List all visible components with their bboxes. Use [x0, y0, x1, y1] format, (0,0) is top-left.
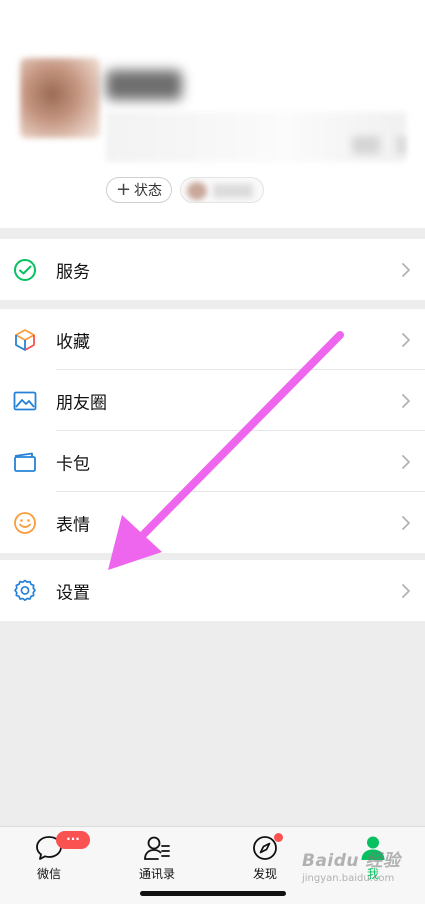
menu-item-label: 服务	[56, 262, 90, 282]
menu-item-card-wallet[interactable]: 卡包	[0, 431, 425, 492]
tab-label: 微信	[36, 867, 61, 881]
emoji-smiley-icon	[14, 511, 36, 534]
contacts-icon	[144, 836, 170, 860]
menu-item-label: 设置	[56, 583, 90, 603]
menu-item-label: 表情	[56, 515, 90, 535]
menu-item-label: 卡包	[56, 454, 90, 474]
plus-icon: +	[115, 179, 132, 200]
new-content-dot	[274, 833, 283, 842]
menu-item-moments[interactable]: 朋友圈	[0, 370, 425, 431]
chevron-right-icon	[402, 262, 410, 277]
menu-item-stickers[interactable]: 表情	[0, 492, 425, 553]
qr-code-icon[interactable]	[352, 136, 380, 154]
profile-header[interactable]: + 状态	[0, 0, 425, 228]
chevron-right-icon	[402, 515, 410, 530]
profile-name-blurred	[106, 70, 182, 100]
menu-item-favorites[interactable]: 收藏	[0, 309, 425, 370]
menu-item-services[interactable]: 服务	[0, 239, 425, 300]
profile-chevron-icon	[396, 136, 406, 154]
tab-contacts[interactable]: 通讯录	[122, 833, 192, 889]
tab-label: 发现	[252, 867, 277, 881]
unread-badge: ···	[56, 831, 90, 849]
add-status-button[interactable]: + 状态	[106, 177, 172, 203]
menu-item-label: 朋友圈	[56, 393, 107, 413]
status-label: 状态	[134, 183, 163, 199]
gear-icon	[14, 579, 36, 601]
tab-discover[interactable]: 发现	[230, 833, 300, 889]
friend-status-pill[interactable]	[180, 177, 264, 203]
home-indicator[interactable]	[140, 891, 286, 896]
menu-group-main: 收藏 朋友圈 卡包 表情	[0, 309, 425, 553]
chevron-right-icon	[402, 454, 410, 469]
menu-item-settings[interactable]: 设置	[0, 560, 425, 621]
friend-status-blurred	[213, 184, 253, 198]
tab-chats[interactable]: 微信 ···	[14, 831, 90, 889]
menu-group-settings: 设置	[0, 560, 425, 621]
watermark-sub: jingyan.baidu.com	[302, 873, 395, 884]
baidu-watermark: Baidu 经验 jingyan.baidu.com	[302, 846, 412, 896]
profile-avatar[interactable]	[20, 58, 100, 138]
favorites-cube-icon	[15, 328, 35, 351]
menu-item-label: 收藏	[56, 332, 90, 352]
wechat-pay-icon	[14, 258, 36, 281]
moments-image-icon	[13, 391, 37, 410]
tab-label: 通讯录	[138, 867, 175, 881]
watermark-main: Baidu 经验	[302, 851, 401, 871]
menu-group-services: 服务	[0, 239, 425, 300]
friend-avatar-blurred	[187, 182, 207, 200]
card-wallet-icon	[14, 452, 36, 472]
chevron-right-icon	[402, 332, 410, 347]
chevron-right-icon	[402, 583, 410, 598]
chevron-right-icon	[402, 393, 410, 408]
